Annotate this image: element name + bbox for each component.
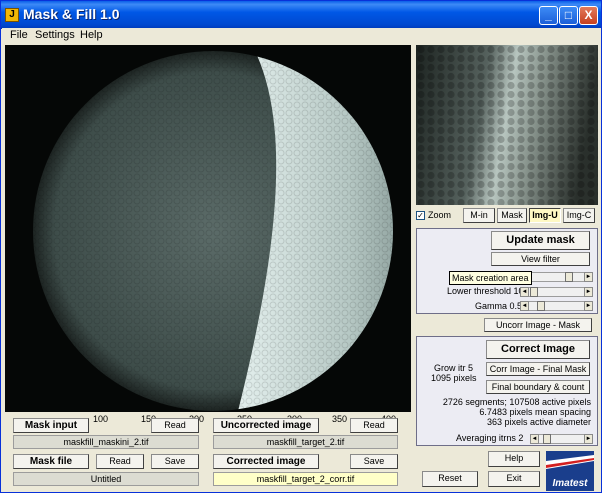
mask-input-read-button[interactable]: Read [151,418,199,433]
averaging-label: Averaging itrns 2 [456,433,524,443]
mean-spacing-stats: 6.7483 pixels mean spacing [479,407,591,417]
m-in-button[interactable]: M-in [463,208,495,223]
window-title: Mask & Fill 1.0 [23,6,120,22]
zoom-label: Zoom [428,210,452,220]
mask-input-button[interactable]: Mask input [13,418,89,433]
close-button[interactable]: X [579,6,598,25]
close-icon: X [584,8,593,22]
correct-image-button[interactable]: Correct Image [486,340,590,359]
exit-button[interactable]: Exit [488,471,540,487]
slider-thumb[interactable] [543,434,551,444]
corrected-file-field[interactable]: maskfill_target_2_corr.tif [213,472,398,486]
img-u-button[interactable]: Img-U [529,208,561,223]
slider-right-arrow[interactable]: ► [584,434,593,444]
uncorrected-read-button[interactable]: Read [350,418,398,433]
reset-button[interactable]: Reset [422,471,478,487]
menu-help[interactable]: Help [80,29,103,41]
update-mask-button[interactable]: Update mask [491,231,590,250]
grow-itr-label: Grow itr 5 [434,363,474,373]
corrected-save-button[interactable]: Save [350,454,398,469]
slider-right-arrow[interactable]: ► [584,287,593,297]
zoom-image-view[interactable] [416,45,598,205]
slider-thumb[interactable] [537,301,545,311]
img-c-button[interactable]: Img-C [563,208,595,223]
menu-bar: File Settings Help [2,28,601,45]
zoom-checkbox[interactable]: ✓ [416,211,425,220]
gamma-label: Gamma 0.5 [475,301,523,311]
logo-text: Imatest [552,478,588,489]
zoom-image [416,45,598,205]
title-bar[interactable]: J Mask & Fill 1.0 _ □ X [1,1,601,29]
gamma-slider[interactable]: ◄ ► [520,301,593,311]
slider-right-arrow[interactable]: ► [584,272,593,282]
minimize-button[interactable]: _ [539,6,558,25]
averaging-slider[interactable]: ◄ ► [530,434,593,444]
active-diameter-stats: 363 pixels active diameter [486,417,591,427]
view-filter-button[interactable]: View filter [491,252,590,266]
tooltip: Mask creation area [449,271,532,285]
uncorr-image-mask-button[interactable]: Uncorr Image - Mask [484,318,592,332]
mask-view-button[interactable]: Mask [497,208,527,223]
menu-file[interactable]: File [10,29,28,41]
slider-left-arrow[interactable]: ◄ [520,301,529,311]
corr-image-final-mask-button[interactable]: Corr Image - Final Mask [486,362,590,376]
uncorrected-file-field[interactable]: maskfill_target_2.tif [213,435,398,449]
help-button[interactable]: Help [488,451,540,467]
axis-tick: 100 [93,414,109,424]
menu-settings[interactable]: Settings [35,29,75,41]
mask-file-read-button[interactable]: Read [96,454,144,469]
uncorrected-image-button[interactable]: Uncorrected image [213,418,319,433]
slider-thumb[interactable] [530,287,538,297]
axis-tick: 350 [332,414,348,424]
maximize-button[interactable]: □ [559,6,578,25]
minimize-icon: _ [545,8,552,22]
mask-input-file-field[interactable]: maskfill_maskini_2.tif [13,435,199,449]
slider-right-arrow[interactable]: ► [584,301,593,311]
segments-stats: 2726 segments; 107508 active pixels [442,397,591,407]
maximize-icon: □ [564,8,573,22]
app-icon: J [5,8,19,22]
imatest-logo: Imatest [546,451,594,491]
slider-left-arrow[interactable]: ◄ [520,287,529,297]
slider-left-arrow[interactable]: ◄ [530,434,539,444]
lower-threshold-label: Lower threshold 10 [447,286,524,296]
mask-file-save-button[interactable]: Save [151,454,199,469]
moon-image [33,51,393,411]
pixels-label: 1095 pixels [431,373,477,383]
corrected-image-button[interactable]: Corrected image [213,454,319,469]
final-boundary-count-button[interactable]: Final boundary & count [486,380,590,394]
mask-file-button[interactable]: Mask file [13,454,89,469]
main-image-view[interactable] [5,45,411,412]
mask-file-field[interactable]: Untitled [13,472,199,486]
slider-thumb[interactable] [565,272,573,282]
main-window: J Mask & Fill 1.0 _ □ X File Settings He… [0,0,602,493]
lower-threshold-slider[interactable]: ◄ ► [520,287,593,297]
